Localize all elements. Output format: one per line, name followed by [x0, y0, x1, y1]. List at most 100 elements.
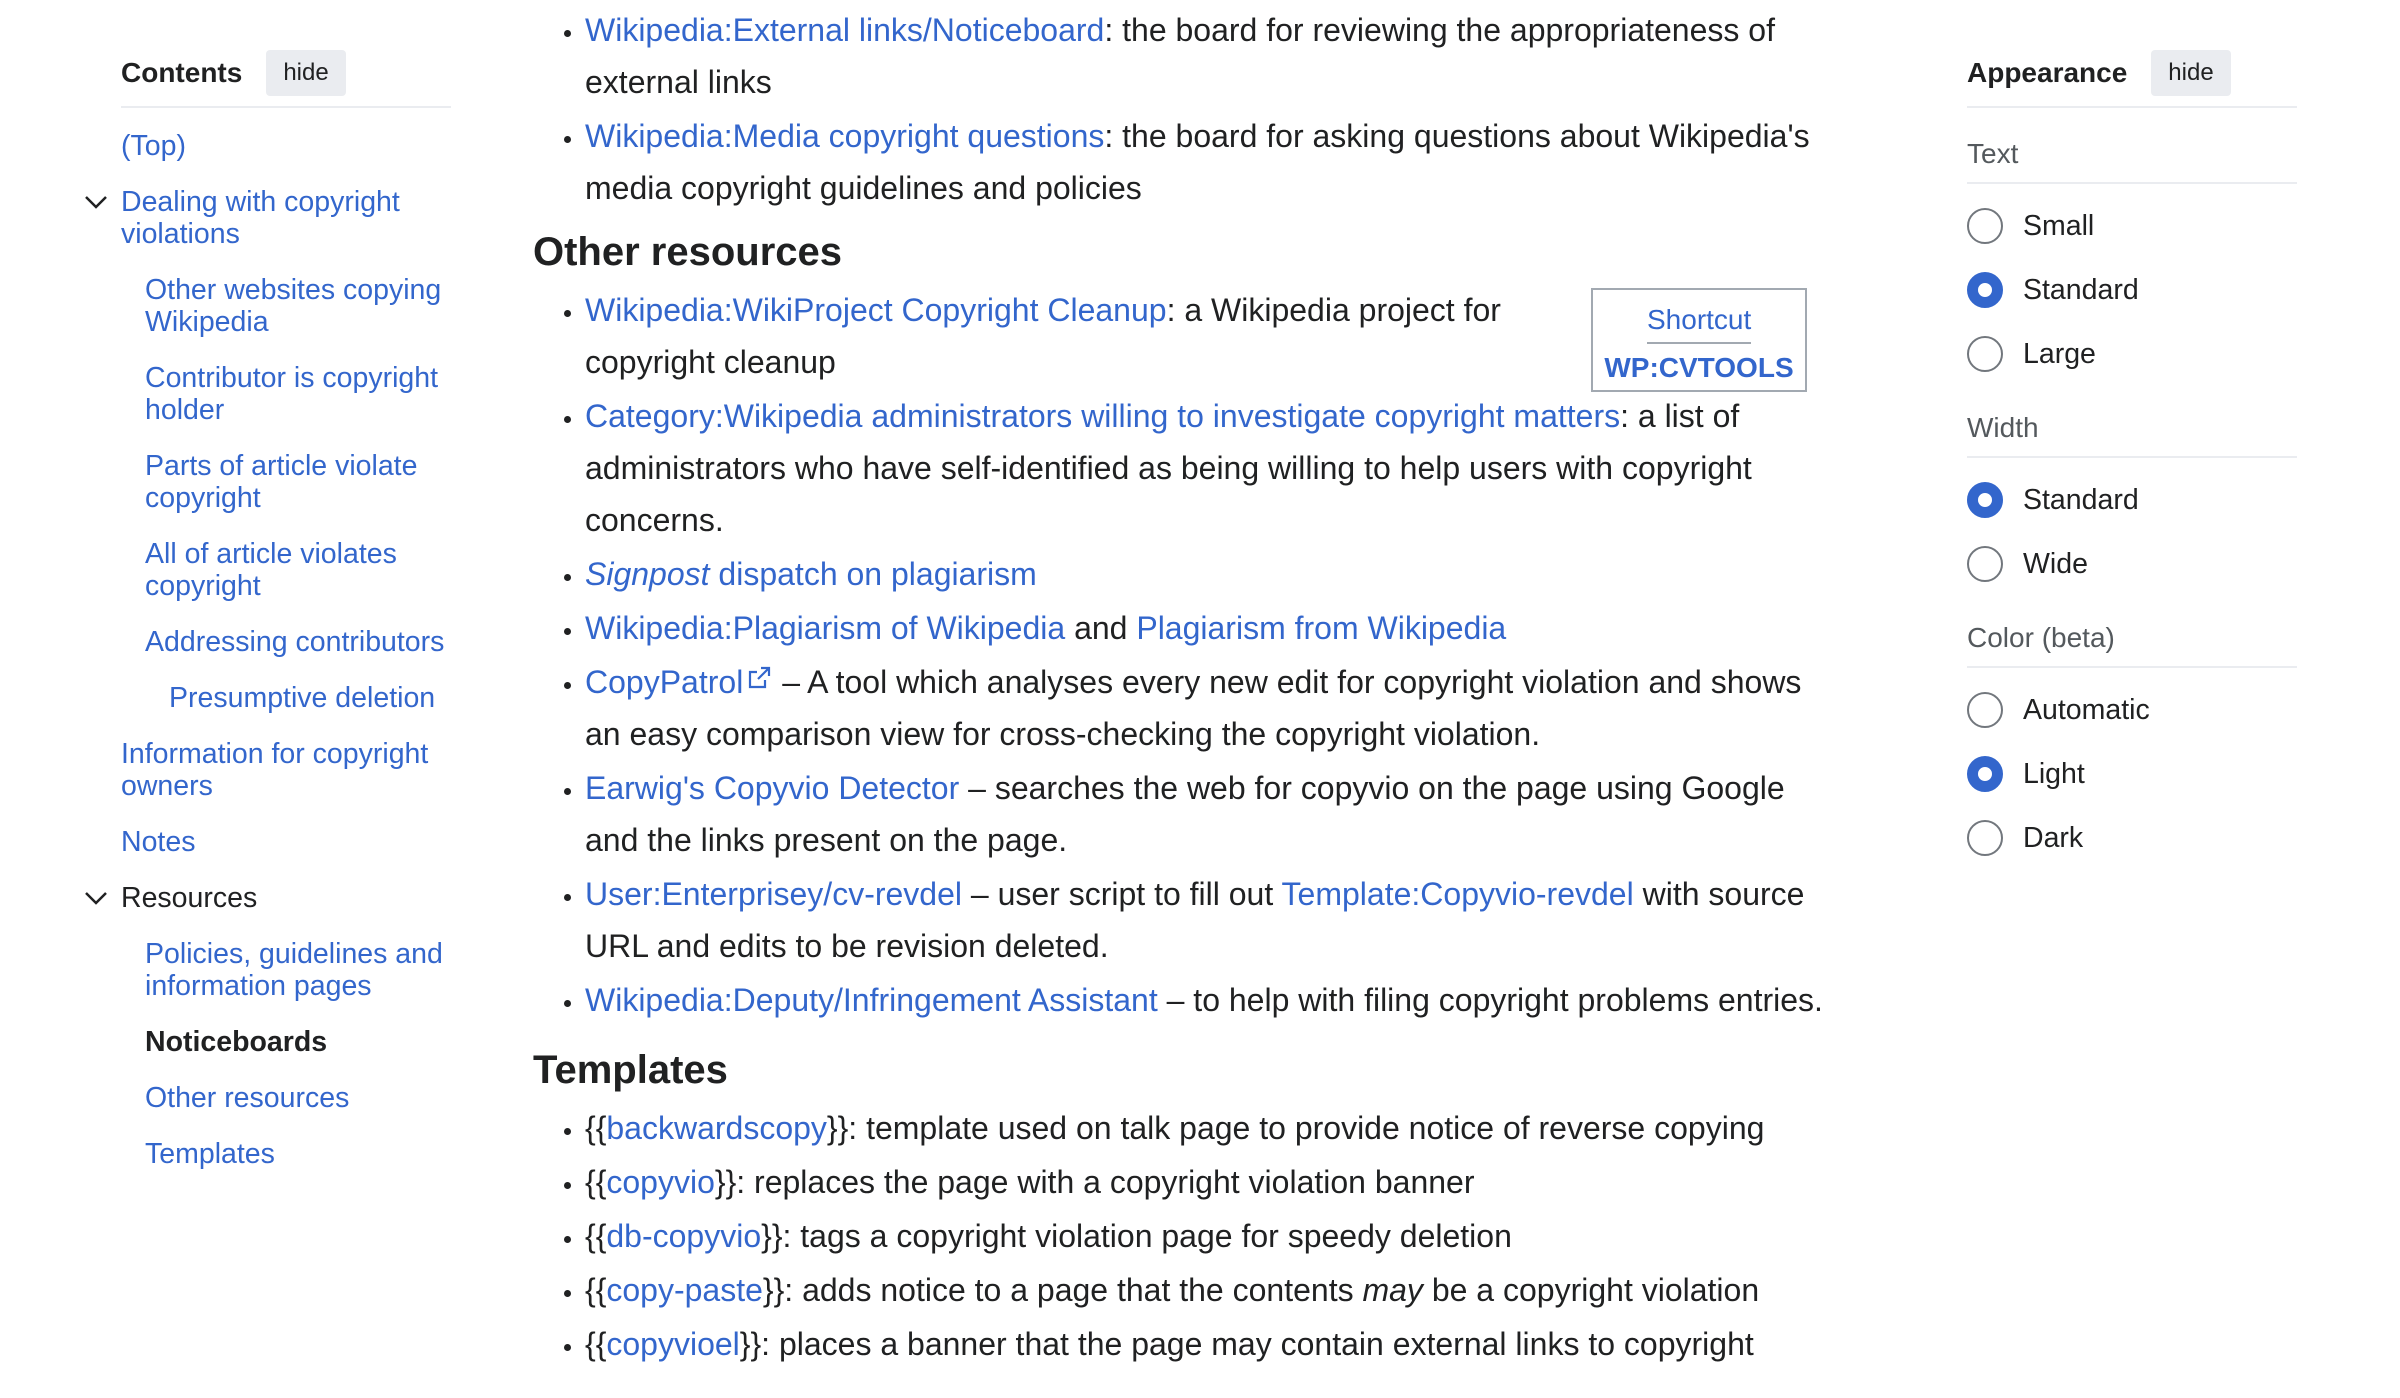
article-link[interactable]: Wikipedia:Deputy/Infringement Assistant: [585, 982, 1158, 1018]
toc-hide-button[interactable]: hide: [266, 50, 346, 96]
radio-button[interactable]: [1967, 336, 2003, 372]
toc-link[interactable]: Templates: [145, 1138, 275, 1170]
list-item: {{copyvio}}: replaces the page with a co…: [585, 1156, 1893, 1208]
radio-button[interactable]: [1967, 546, 2003, 582]
radio-text-small[interactable]: Small: [1967, 194, 2297, 258]
radio-color-dark[interactable]: Dark: [1967, 806, 2297, 870]
list-item: CopyPatrol – A tool which analyses every…: [585, 656, 1893, 760]
text-size-options: Small Standard Large: [1967, 194, 2297, 386]
radio-text-large[interactable]: Large: [1967, 322, 2297, 386]
template-link[interactable]: backwardscopy: [606, 1110, 827, 1146]
brace-close: }}: [762, 1272, 785, 1308]
radio-width-wide[interactable]: Wide: [1967, 532, 2297, 596]
toc-link[interactable]: Resources: [121, 882, 257, 914]
toc-item-information[interactable]: Information for copyright owners: [121, 738, 451, 802]
radio-label[interactable]: Dark: [2023, 822, 2083, 855]
toc-item-parts-violate[interactable]: Parts of article violate copyright: [121, 450, 451, 514]
toc-link[interactable]: (Top): [121, 130, 186, 162]
brace-close: }}: [761, 1218, 783, 1254]
toc-list: (Top) Dealing with copyright violations …: [85, 130, 451, 1170]
toc-item-presumptive[interactable]: Presumptive deletion: [121, 682, 451, 714]
shortcut-label[interactable]: Shortcut: [1647, 304, 1751, 344]
chevron-down-icon[interactable]: [83, 192, 109, 212]
article-link[interactable]: User:Enterprisey/cv-revdel: [585, 876, 962, 912]
external-link[interactable]: CopyPatrol: [585, 664, 773, 700]
template-link[interactable]: db-copyvio: [606, 1218, 761, 1254]
toc-link[interactable]: Other resources: [145, 1082, 349, 1114]
article-link[interactable]: Wikipedia:WikiProject Copyright Cleanup: [585, 292, 1167, 328]
template-link[interactable]: copyvio: [606, 1164, 715, 1200]
toc-item-templates[interactable]: Templates: [121, 1138, 451, 1170]
article-link[interactable]: Earwig's Copyvio Detector: [585, 770, 959, 806]
toc-link[interactable]: Information for copyright owners: [121, 738, 428, 802]
radio-label[interactable]: Small: [2023, 210, 2094, 243]
list-item-text: : replaces the page with a copyright vio…: [736, 1164, 1475, 1200]
toc-header: Contents hide: [121, 50, 451, 108]
radio-button-selected[interactable]: [1967, 482, 2003, 518]
toc-link[interactable]: Notes: [121, 826, 195, 858]
toc-link[interactable]: Other websites copying Wikipedia: [145, 274, 441, 338]
toc-link[interactable]: Addressing contributors: [145, 626, 444, 658]
toc-link[interactable]: Policies, guidelines and information pag…: [145, 938, 443, 1002]
article-link[interactable]: Plagiarism from Wikipedia: [1136, 610, 1506, 646]
toc-link[interactable]: All of article violates copyright: [145, 538, 397, 602]
appearance-header: Appearance hide: [1967, 50, 2297, 108]
toc-link[interactable]: Presumptive deletion: [169, 682, 435, 714]
list-item: Category:Wikipedia administrators willin…: [585, 390, 1893, 546]
link-text[interactable]: dispatch on plagiarism: [710, 556, 1036, 592]
list-item-text: – to help with filing copyright problems…: [1157, 982, 1823, 1018]
list-item-text: and: [1065, 610, 1137, 646]
link-text[interactable]: CopyPatrol: [585, 664, 743, 700]
appearance-hide-button[interactable]: hide: [2151, 50, 2231, 96]
toc-link[interactable]: Contributor is copyright holder: [145, 362, 438, 426]
list-item: {{copyvioel}}: places a banner that the …: [585, 1318, 1893, 1370]
toc-item-dealing[interactable]: Dealing with copyright violations: [85, 186, 451, 250]
article-link[interactable]: Signpost dispatch on plagiarism: [585, 556, 1037, 592]
list-item-text: – user script to fill out: [962, 876, 1282, 912]
toc-item-resources[interactable]: Resources: [85, 882, 451, 914]
shortcut-value[interactable]: WP:CVTOOLS: [1593, 352, 1805, 384]
italic-link-text[interactable]: Signpost: [585, 556, 710, 592]
radio-button-selected[interactable]: [1967, 272, 2003, 308]
radio-label[interactable]: Wide: [2023, 548, 2088, 581]
article-link[interactable]: Category:Wikipedia administrators willin…: [585, 398, 1620, 434]
toc-link[interactable]: Dealing with copyright violations: [121, 186, 400, 250]
toc-item-policies[interactable]: Policies, guidelines and information pag…: [121, 938, 451, 1002]
radio-button[interactable]: [1967, 820, 2003, 856]
radio-label[interactable]: Light: [2023, 758, 2085, 791]
toc-link-current[interactable]: Noticeboards: [145, 1026, 327, 1058]
template-link[interactable]: copy-paste: [606, 1272, 763, 1308]
other-resources-section: Shortcut WP:CVTOOLS Wikipedia:WikiProjec…: [533, 284, 1893, 1026]
toc-link[interactable]: Parts of article violate copyright: [145, 450, 417, 514]
radio-label[interactable]: Automatic: [2023, 694, 2150, 727]
toc-item-top[interactable]: (Top): [121, 130, 451, 162]
brace-open: {{: [585, 1326, 607, 1362]
radio-width-standard[interactable]: Standard: [1967, 468, 2297, 532]
toc-item-noticeboards[interactable]: Noticeboards: [121, 1026, 451, 1058]
article-link[interactable]: Wikipedia:External links/Noticeboard: [585, 12, 1104, 48]
radio-button[interactable]: [1967, 692, 2003, 728]
radio-color-light[interactable]: Light: [1967, 742, 2297, 806]
radio-label[interactable]: Large: [2023, 338, 2096, 371]
radio-text-standard[interactable]: Standard: [1967, 258, 2297, 322]
toc-item-notes[interactable]: Notes: [121, 826, 451, 858]
toc-item-all-violates[interactable]: All of article violates copyright: [121, 538, 451, 602]
brace-close: }}: [714, 1164, 737, 1200]
list-item: Signpost dispatch on plagiarism: [585, 548, 1893, 600]
radio-label[interactable]: Standard: [2023, 274, 2139, 307]
radio-color-automatic[interactable]: Automatic: [1967, 678, 2297, 742]
article-link[interactable]: Wikipedia:Plagiarism of Wikipedia: [585, 610, 1065, 646]
template-link[interactable]: copyvioel: [606, 1326, 739, 1362]
toc-item-addressing[interactable]: Addressing contributors: [121, 626, 451, 658]
templates-list: {{backwardscopy}}: template used on talk…: [533, 1102, 1893, 1370]
radio-button-selected[interactable]: [1967, 756, 2003, 792]
radio-button[interactable]: [1967, 208, 2003, 244]
chevron-down-icon[interactable]: [83, 888, 109, 908]
toc-item-other-websites[interactable]: Other websites copying Wikipedia: [121, 274, 451, 338]
article-link[interactable]: Template:Copyvio-revdel: [1282, 876, 1634, 912]
toc-item-contributor-holder[interactable]: Contributor is copyright holder: [121, 362, 451, 426]
radio-label[interactable]: Standard: [2023, 484, 2139, 517]
article-link[interactable]: Wikipedia:Media copyright questions: [585, 118, 1104, 154]
toc-item-other-resources[interactable]: Other resources: [121, 1082, 451, 1114]
noticeboard-list: Wikipedia:External links/Noticeboard: th…: [533, 4, 1893, 214]
